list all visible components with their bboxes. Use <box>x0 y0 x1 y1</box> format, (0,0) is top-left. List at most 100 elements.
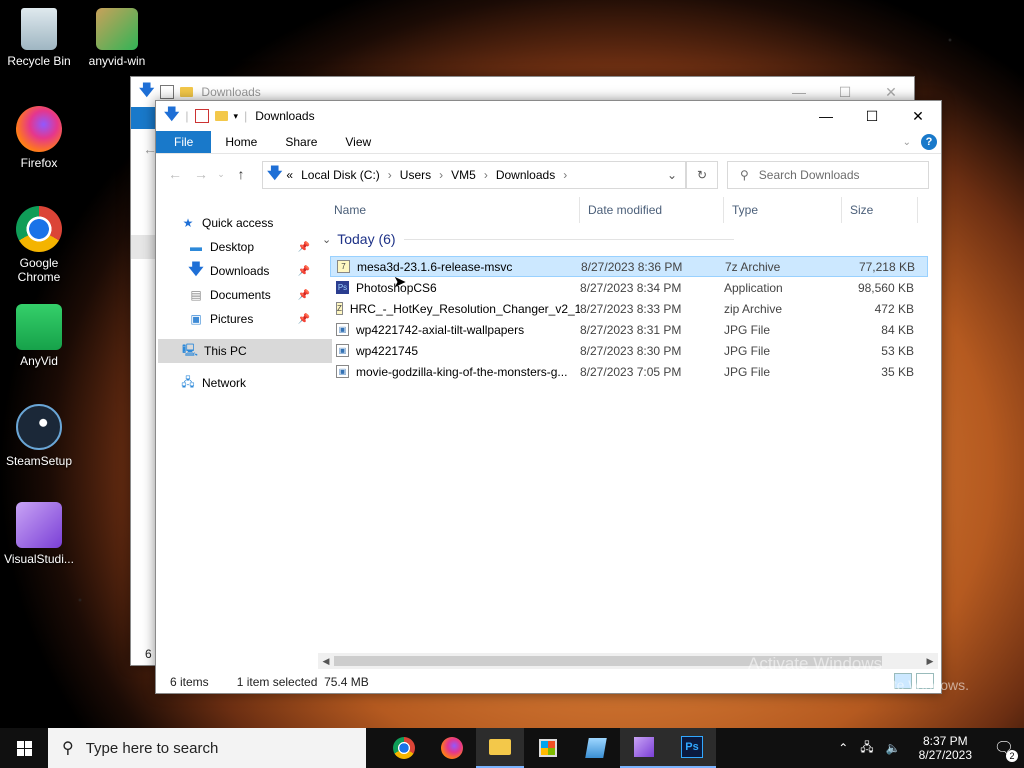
file-type: JPG File <box>724 343 771 358</box>
nav-network[interactable]: 🖧 Network <box>156 371 316 395</box>
taskbar-chrome[interactable] <box>380 728 428 768</box>
quick-access-toolbar: 🡇 | ▾ | <box>164 104 247 129</box>
search-input[interactable]: ⚲ Search Downloads <box>727 161 929 189</box>
table-row[interactable]: ▣ wp4221742-axial-tilt-wallpapers 8/27/20… <box>330 319 928 340</box>
new-folder-icon[interactable] <box>214 111 228 121</box>
nav-documents[interactable]: ▤ Documents 📌 <box>156 283 316 307</box>
tab-file[interactable]: File <box>156 131 212 153</box>
desktop-icon-visualstudio[interactable]: VisualStudi... <box>4 502 74 566</box>
pin-icon[interactable]: 📌 <box>298 266 310 277</box>
chevron-down-icon[interactable]: ⌄ <box>322 233 331 246</box>
table-row[interactable]: 7 mesa3d-23.1.6-release-msvc 8/27/2023 8:… <box>330 256 928 277</box>
expand-ribbon-icon[interactable]: ⌄ <box>903 137 911 148</box>
notification-center-button[interactable]: 🗨 2 <box>984 728 1024 768</box>
chevron-right-icon[interactable]: › <box>388 168 392 182</box>
tab-home[interactable]: Home <box>211 131 271 153</box>
explorer-window[interactable]: 🡇 | ▾ | Downloads — ☐ ✕ File Home Share … <box>155 100 942 694</box>
up-button[interactable]: ↑ <box>228 166 254 182</box>
taskbar-firefox[interactable] <box>428 728 476 768</box>
forward-button[interactable]: → <box>188 166 214 182</box>
file-name: wp4221742-axial-tilt-wallpapers <box>356 322 525 337</box>
address-overflow[interactable]: « <box>286 168 293 182</box>
taskbar-file-explorer[interactable] <box>476 728 524 768</box>
status-item-count: 6 items <box>170 675 209 689</box>
desktop-icon-label: Recycle Bin <box>7 54 71 68</box>
scroll-left-icon[interactable]: ◀ <box>318 653 334 669</box>
nav-desktop[interactable]: ▬ Desktop 📌 <box>156 235 316 259</box>
column-header-size[interactable]: Size <box>842 197 918 223</box>
tab-view[interactable]: View <box>331 131 385 153</box>
chevron-down-icon[interactable]: ▾ <box>234 111 239 122</box>
breadcrumb-vm5[interactable]: VM5 <box>451 168 476 182</box>
desktop-icon-google-chrome[interactable]: Google Chrome <box>4 206 74 284</box>
desktop-icon-anyvid-win[interactable]: anyvid-win <box>82 8 152 68</box>
breadcrumb-local-disk[interactable]: Local Disk (C:) <box>301 168 380 182</box>
breadcrumb-users[interactable]: Users <box>400 168 431 182</box>
volume-icon[interactable]: 🔈 <box>886 741 901 755</box>
column-header-date[interactable]: Date modified <box>580 197 724 223</box>
file-date: 8/27/2023 8:30 PM <box>580 343 682 358</box>
column-header-type[interactable]: Type <box>724 197 842 223</box>
pin-icon[interactable]: 📌 <box>298 314 310 325</box>
network-icon[interactable]: 🖧 <box>860 738 873 759</box>
nav-this-pc[interactable]: 🖳 This PC <box>158 339 332 363</box>
nav-quick-access[interactable]: ★ Quick access <box>156 211 316 235</box>
close-button[interactable]: ✕ <box>895 101 941 131</box>
title-bar[interactable]: 🡇 | ▾ | Downloads — ☐ ✕ <box>156 101 941 131</box>
desktop-icon-anyvid[interactable]: AnyVid <box>4 304 74 368</box>
pin-icon[interactable]: 📌 <box>298 290 310 301</box>
file-type: JPG File <box>724 364 771 379</box>
scroll-right-icon[interactable]: ▶ <box>922 653 938 669</box>
file-type: zip Archive <box>724 301 783 316</box>
taskbar-visual-studio-installer[interactable] <box>620 728 668 768</box>
chrome-icon <box>16 206 62 252</box>
taskbar-notepad[interactable] <box>572 728 620 768</box>
taskbar-photoshop[interactable]: Ps <box>668 728 716 768</box>
minimize-button[interactable]: — <box>803 101 849 131</box>
chevron-up-icon[interactable]: ⌃ <box>838 741 848 755</box>
chevron-right-icon[interactable]: › <box>439 168 443 182</box>
desktop-icon: ▬ <box>190 240 202 254</box>
notepad-icon <box>585 738 607 758</box>
steam-icon <box>16 404 62 450</box>
chevron-right-icon[interactable]: › <box>484 168 488 182</box>
desktop-icon-recycle-bin[interactable]: Recycle Bin <box>4 8 74 68</box>
image-file-icon: ▣ <box>336 323 349 336</box>
search-icon: ⚲ <box>62 740 74 757</box>
file-date: 8/27/2023 8:33 PM <box>580 301 682 316</box>
help-icon[interactable]: ? <box>921 134 937 150</box>
taskbar-search-input[interactable]: ⚲ Type here to search <box>48 728 366 768</box>
tab-share[interactable]: Share <box>271 131 331 153</box>
group-header-today[interactable]: ⌄ Today (6) <box>322 231 734 247</box>
nav-downloads[interactable]: 🡇 Downloads 📌 <box>156 259 316 283</box>
taskbar-microsoft-store[interactable] <box>524 728 572 768</box>
address-bar[interactable]: 🡇 « Local Disk (C:) › Users › VM5 › Down… <box>262 161 686 189</box>
file-tab-partial[interactable] <box>131 107 157 129</box>
properties-icon[interactable] <box>160 85 175 99</box>
table-row[interactable]: Ps PhotoshopCS6 8/27/2023 8:34 PM Applica… <box>330 277 928 298</box>
table-row[interactable]: ▣ movie-godzilla-king-of-the-monsters-g..… <box>330 361 928 382</box>
table-row[interactable]: ▣ wp4221745 8/27/2023 8:30 PM JPG File 53… <box>330 340 928 361</box>
nav-pictures[interactable]: ▣ Pictures 📌 <box>156 307 316 331</box>
back-button[interactable]: ← <box>162 166 188 182</box>
nav-label: This PC <box>204 344 247 358</box>
properties-icon[interactable] <box>194 109 209 123</box>
desktop-icon-steamsetup[interactable]: SteamSetup <box>4 404 74 468</box>
maximize-button[interactable]: ☐ <box>849 101 895 131</box>
column-headers: Name Date modified Type Size <box>326 197 932 223</box>
folder-icon[interactable] <box>180 87 194 97</box>
chevron-right-icon[interactable]: › <box>563 168 567 182</box>
address-dropdown-icon[interactable]: ⌄ <box>667 168 677 182</box>
column-header-name[interactable]: Name <box>326 197 580 223</box>
recent-locations-button[interactable]: ⌄ <box>214 169 228 180</box>
pin-icon[interactable]: 📌 <box>298 242 310 253</box>
clock[interactable]: 8:37 PM 8/27/2023 <box>919 734 972 762</box>
desktop-icon-label: anyvid-win <box>88 54 146 68</box>
refresh-button[interactable]: ↻ <box>686 161 718 189</box>
start-button[interactable] <box>0 728 48 768</box>
file-name: wp4221745 <box>356 343 419 358</box>
breadcrumb-downloads[interactable]: Downloads <box>496 168 555 182</box>
table-row[interactable]: Z HRC_-_HotKey_Resolution_Changer_v2_1...… <box>330 298 928 319</box>
file-size: 35 KB <box>881 364 914 379</box>
desktop-icon-firefox[interactable]: Firefox <box>4 106 74 170</box>
